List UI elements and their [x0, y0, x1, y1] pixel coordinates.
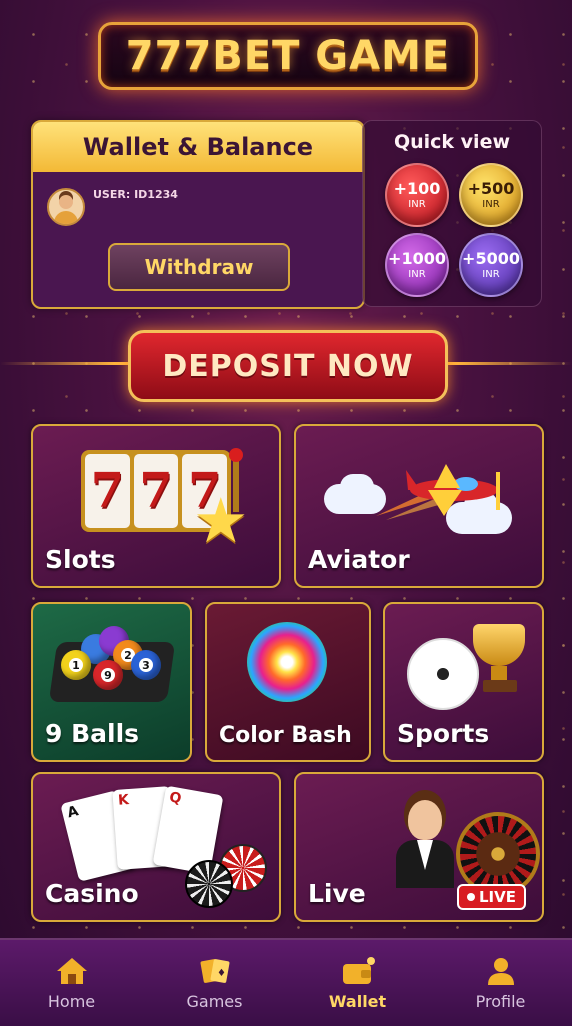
profile-icon	[487, 957, 514, 985]
aviator-label: Aviator	[308, 545, 410, 574]
cards-icon: ♦	[200, 958, 229, 983]
nav-item-games[interactable]: ♦ Games	[160, 956, 270, 1011]
wallet-header: Wallet & Balance	[33, 122, 363, 172]
game-tile-9-balls[interactable]: 1 2 3 9 9 Balls	[31, 602, 192, 762]
user-id-label: USER: ID1234	[93, 188, 178, 201]
deposit-now-button[interactable]: DEPOSIT NOW	[128, 330, 448, 402]
nav-item-wallet[interactable]: Wallet	[303, 956, 413, 1011]
app-title-banner: 777BET GAME	[98, 22, 478, 90]
casino-label: Casino	[45, 879, 139, 908]
nav-item-home[interactable]: Home	[17, 956, 127, 1011]
live-label: Live	[308, 879, 366, 908]
deposit-label: DEPOSIT NOW	[162, 348, 414, 384]
sports-label: Sports	[397, 719, 490, 748]
withdraw-button[interactable]: Withdraw	[108, 243, 290, 291]
wallet-icon	[342, 956, 375, 984]
game-tile-slots[interactable]: 7 7 7 ★ Slots	[31, 424, 281, 588]
game-tile-color-bash[interactable]: Color Bash	[205, 602, 371, 762]
game-tile-live[interactable]: Live LIVE	[294, 772, 544, 922]
quick-chip-500[interactable]: +500 INR	[459, 163, 523, 227]
app-title: 777BET GAME	[125, 33, 451, 79]
color-splash-icon	[247, 622, 327, 702]
live-badge: LIVE	[457, 884, 526, 910]
game-tile-aviator[interactable]: Aviator	[294, 424, 544, 588]
quick-view-title: Quick view	[393, 131, 511, 153]
9-balls-label: 9 Balls	[45, 719, 140, 748]
quick-chip-5000[interactable]: +5000 INR	[459, 233, 523, 297]
nav-item-profile[interactable]: Profile	[446, 956, 556, 1011]
color-bash-label: Color Bash	[219, 723, 352, 748]
svg-text:♦: ♦	[217, 968, 226, 979]
quick-view-panel: Quick view +100 INR +500 INR +1000 INR +…	[362, 120, 542, 307]
home-icon	[56, 957, 87, 984]
quick-chip-100[interactable]: +100 INR	[385, 163, 449, 227]
user-avatar-icon	[47, 188, 85, 226]
quick-chip-1000[interactable]: +1000 INR	[385, 233, 449, 297]
live-dot-icon	[467, 893, 475, 901]
slots-label: Slots	[45, 545, 116, 574]
wallet-card: Wallet & Balance USER: ID1234 Withdraw	[31, 120, 365, 309]
bottom-nav: Home ♦ Games Wallet Profile	[0, 938, 572, 1026]
game-tile-casino[interactable]: A K Q Casino	[31, 772, 281, 922]
game-tile-sports[interactable]: Sports	[383, 602, 544, 762]
